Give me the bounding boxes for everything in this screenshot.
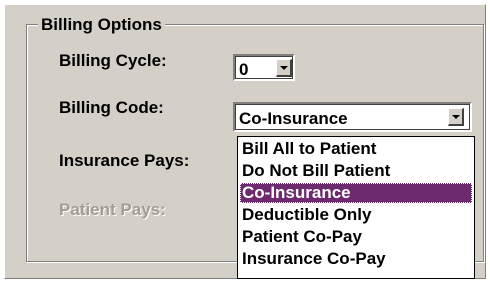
billing-cycle-label: Billing Cycle: [59,51,167,70]
option-co-insurance[interactable]: Co-Insurance [240,183,472,203]
billing-cycle-dropdown-button[interactable] [276,59,292,77]
option-patient-co-pay[interactable]: Patient Co-Pay [240,227,472,247]
billing-options-panel: Billing Options Billing Cycle: 0 Billing… [4,4,486,279]
option-deductible-only[interactable]: Deductible Only [240,205,472,225]
option-bill-all-to-patient[interactable]: Bill All to Patient [240,139,472,159]
billing-code-label: Billing Code: [59,98,164,117]
insurance-pays-label: Insurance Pays: [59,151,190,170]
group-title: Billing Options [38,15,165,35]
chevron-down-icon [451,114,460,119]
billing-cycle-value: 0 [239,60,249,79]
billing-code-dropdown-list[interactable]: Bill All to Patient Do Not Bill Patient … [237,136,475,279]
option-do-not-bill-patient[interactable]: Do Not Bill Patient [240,161,472,181]
patient-pays-label: Patient Pays: [59,200,166,219]
billing-cycle-combobox[interactable]: 0 [233,54,295,81]
billing-code-value: Co-Insurance [239,109,348,128]
chevron-down-icon [279,65,288,70]
option-insurance-co-pay[interactable]: Insurance Co-Pay [240,249,472,269]
billing-code-dropdown-button[interactable] [448,108,464,126]
billing-code-combobox[interactable]: Co-Insurance [233,102,472,132]
